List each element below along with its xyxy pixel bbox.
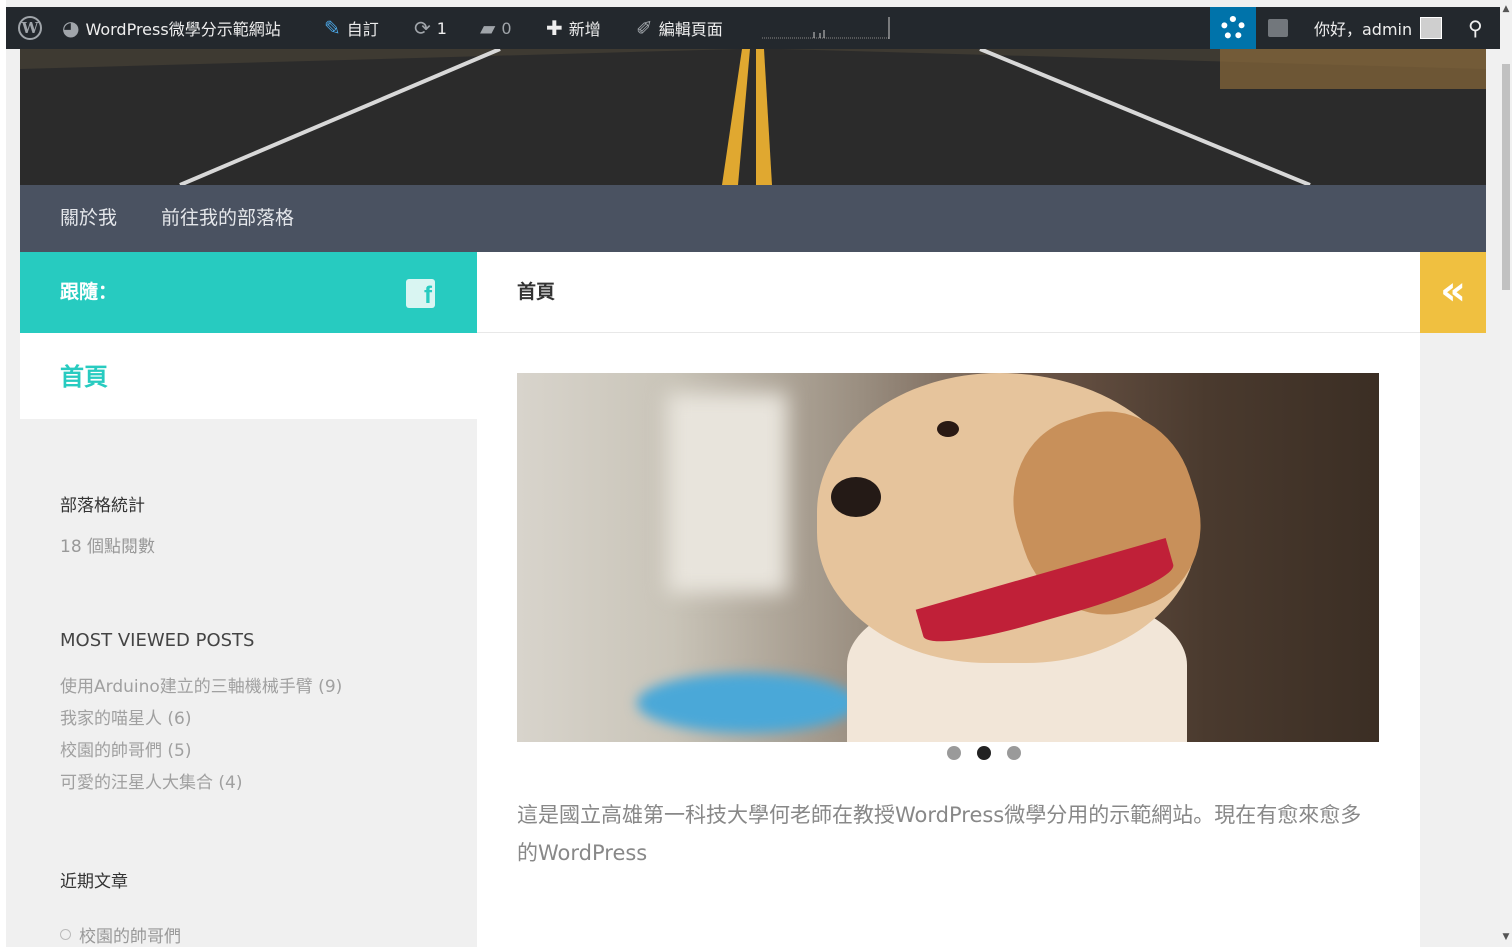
clock-icon (60, 929, 71, 940)
scroll-down-arrow-icon[interactable]: ▼ (1500, 930, 1512, 944)
scroll-up-arrow-icon[interactable]: ▲ (1500, 2, 1512, 16)
account-menu[interactable]: 你好，admin (1314, 7, 1443, 49)
edit-page-label: 編輯頁面 (658, 20, 723, 39)
recent-post-item[interactable]: 校園的帥哥們 (60, 922, 181, 947)
sidebar-page-title: 首頁 (60, 363, 108, 391)
search-icon[interactable]: ⚲ (1468, 7, 1483, 49)
slider-image[interactable] (517, 373, 1379, 742)
wordpress-logo-icon[interactable]: W (12, 7, 48, 49)
comment-icon: ▰ (480, 16, 496, 40)
most-viewed-item[interactable]: 可愛的汪星人大集合 (4) (60, 767, 342, 799)
slider-pagination (947, 746, 1021, 760)
blog-stats-value: 18 個點閱數 (60, 537, 156, 557)
main-content: 這是國立高雄第一科技大學何老師在教授WordPress微學分用的示範網站。現在有… (477, 333, 1420, 947)
most-viewed-item[interactable]: 我家的喵星人 (6) (60, 703, 342, 735)
follow-label: 跟隨： (60, 281, 118, 303)
slider-dot[interactable] (1007, 746, 1021, 760)
notification-icon[interactable] (1268, 7, 1288, 49)
edit-page-link[interactable]: ✐ 編輯頁面 (636, 7, 723, 49)
follow-bar: 跟隨： f (20, 252, 477, 333)
facebook-icon[interactable]: f (406, 279, 435, 308)
sidebar-toggle-button[interactable]: « (1420, 252, 1486, 333)
stats-sparkline[interactable] (762, 17, 890, 39)
header-image (20, 49, 1486, 185)
sidebar: 首頁 部落格統計 18 個點閱數 MOST VIEWED POSTS 使用Ard… (20, 333, 477, 947)
comments-link[interactable]: ▰ 0 (480, 7, 512, 49)
recent-posts-title: 近期文章 (60, 872, 128, 892)
customize-label: 自訂 (346, 20, 379, 39)
plus-icon: ✚ (546, 16, 563, 40)
page-title: 首頁 (517, 281, 556, 303)
most-viewed-item[interactable]: 使用Arduino建立的三軸機械手臂 (9) (60, 671, 342, 703)
dashboard-icon: ◕ (62, 16, 80, 40)
new-label: 新增 (568, 20, 601, 39)
site-name: WordPress微學分示範網站 (85, 20, 281, 39)
lifebuoy-icon[interactable] (1210, 7, 1256, 49)
updates-count: 1 (436, 18, 447, 38)
most-viewed-title: MOST VIEWED POSTS (60, 630, 255, 651)
avatar (1420, 17, 1443, 39)
most-viewed-list: 使用Arduino建立的三軸機械手臂 (9) 我家的喵星人 (6) 校園的帥哥們… (60, 671, 342, 799)
nav-item-blog[interactable]: 前往我的部落格 (161, 185, 294, 252)
refresh-icon: ⟳ (414, 16, 431, 40)
blog-stats-title: 部落格統計 (60, 496, 145, 516)
pencil-icon: ✐ (636, 16, 653, 40)
most-viewed-item[interactable]: 校園的帥哥們 (5) (60, 735, 342, 767)
page-excerpt: 這是國立高雄第一科技大學何老師在教授WordPress微學分用的示範網站。現在有… (517, 803, 1362, 865)
comments-count: 0 (501, 18, 512, 38)
customize-link[interactable]: ✎ 自訂 (324, 7, 379, 49)
paintbrush-icon: ✎ (324, 16, 341, 40)
main-navigation: 關於我 前往我的部落格 (20, 185, 1486, 252)
page-header: 首頁 (477, 252, 1420, 333)
scrollbar-thumb[interactable] (1502, 64, 1510, 290)
sidebar-title-box: 首頁 (20, 333, 477, 419)
slider-dot[interactable] (947, 746, 961, 760)
new-content-link[interactable]: ✚ 新增 (546, 7, 601, 49)
slider-dot-active[interactable] (977, 746, 991, 760)
site-name-link[interactable]: ◕ WordPress微學分示範網站 (62, 7, 281, 49)
admin-bar: W ◕ WordPress微學分示範網站 ✎ 自訂 ⟳ 1 ▰ 0 ✚ 新增 ✐… (6, 7, 1500, 49)
nav-item-about[interactable]: 關於我 (60, 185, 117, 252)
greeting: 你好，admin (1314, 20, 1413, 39)
updates-link[interactable]: ⟳ 1 (414, 7, 447, 49)
recent-post-label: 校園的帥哥們 (79, 927, 181, 947)
